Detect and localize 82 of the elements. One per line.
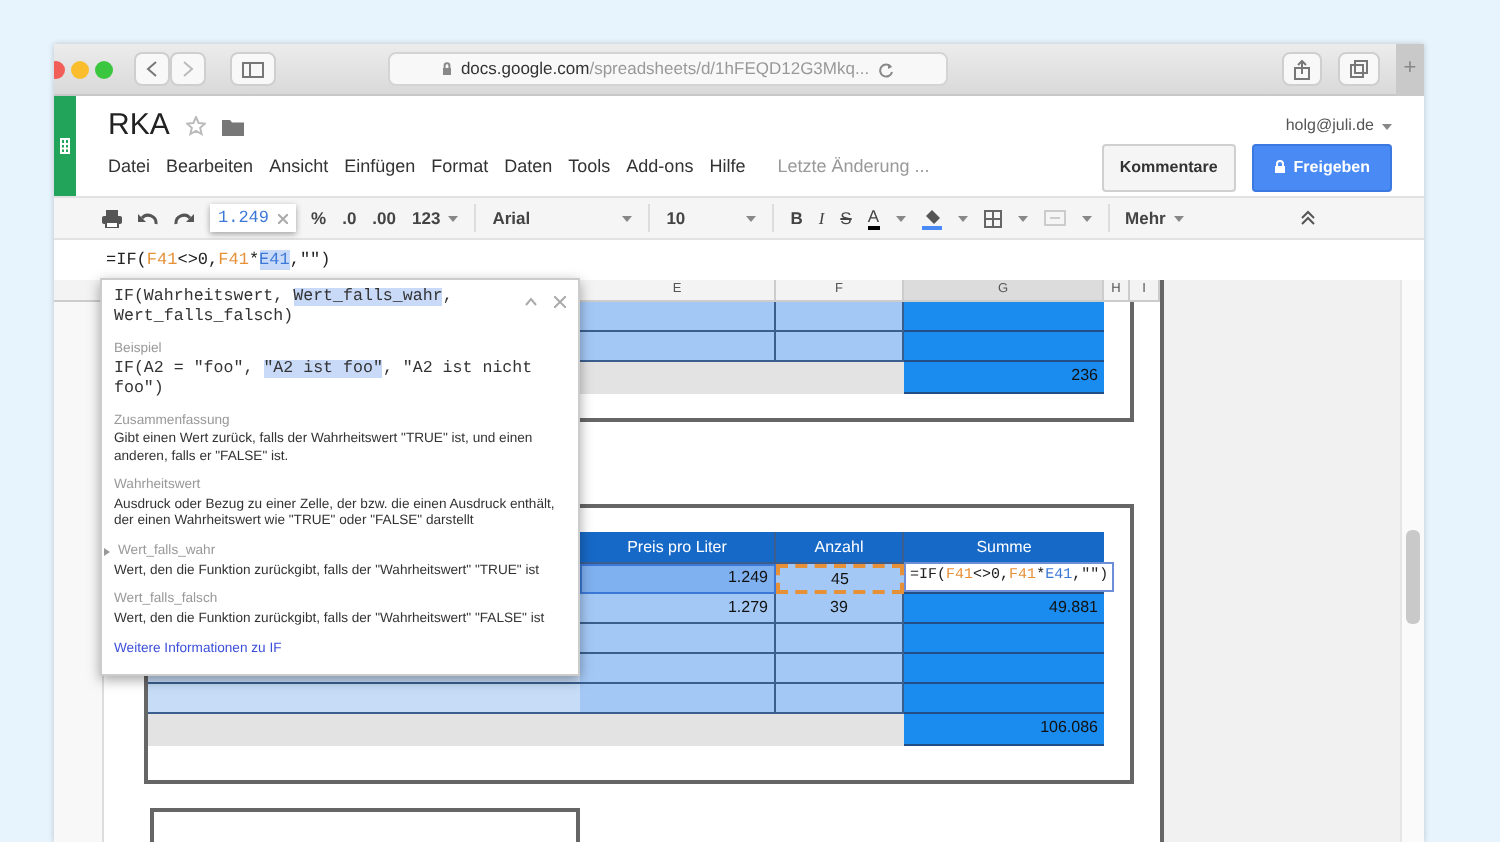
borders-icon[interactable] (983, 209, 1002, 227)
url-text: docs.google.com/spreadsheets/d/1hFEQD12G3Mkq... (460, 56, 870, 82)
format-button[interactable]: .00 (372, 205, 396, 231)
account-email[interactable]: holg@juli.de (1285, 114, 1374, 139)
column-heading: Summe (904, 531, 1104, 564)
format-button[interactable]: 123 (412, 205, 459, 231)
caret-icon (1017, 215, 1028, 221)
total-value: 106.086 (904, 713, 1104, 746)
scrollbar-track[interactable] (1400, 280, 1424, 842)
folder-icon[interactable] (221, 117, 244, 136)
tabs-button[interactable] (1338, 52, 1380, 86)
menu-item[interactable]: Hilfe (709, 153, 746, 181)
table-cell (776, 713, 904, 746)
caret-icon (448, 215, 459, 221)
text-color-button[interactable]: A (867, 207, 880, 229)
address-bar[interactable]: docs.google.com/spreadsheets/d/1hFEQD12G3Mkq... (388, 52, 948, 86)
lock-icon (442, 62, 453, 76)
menu-item[interactable]: Datei (108, 153, 151, 181)
menu-item[interactable]: Add-ons (626, 153, 694, 181)
document-title[interactable]: RKA (108, 104, 170, 149)
window-controls-icon[interactable] (54, 59, 118, 79)
paint-bucket-icon[interactable] (921, 207, 942, 229)
spreadsheet-icon (60, 138, 70, 154)
share-icon (1294, 59, 1310, 79)
formula-text[interactable]: =IF(F41<>0,F41*E41,"") (106, 247, 331, 273)
table-cell (776, 683, 904, 714)
caret-icon (622, 215, 633, 221)
font-dropdown[interactable]: Arial (492, 205, 633, 231)
menu-item[interactable]: Tools (568, 153, 611, 181)
table-cell: 1.249 (580, 563, 776, 594)
sidebar-icon (242, 61, 264, 77)
number-preview-value: 1.249 (218, 205, 270, 231)
menu-item[interactable]: Einfügen (344, 153, 416, 181)
menu-item[interactable]: Format (431, 153, 489, 181)
strikethrough-button[interactable]: S (840, 205, 852, 231)
column-heading: Preis pro Liter (580, 531, 776, 564)
table-cell: 49.881 (904, 593, 1104, 624)
font-size-dropdown[interactable]: 10 (666, 205, 757, 231)
table-cell (776, 361, 904, 394)
menu-item[interactable]: Bearbeiten (166, 153, 254, 181)
caret-icon (895, 215, 906, 221)
sidebar-button[interactable] (230, 52, 276, 86)
menu-item[interactable]: Daten (504, 153, 553, 181)
lock-icon (1273, 160, 1286, 174)
table-cell: 1.279 (580, 593, 776, 624)
table-cell (776, 653, 904, 684)
tabs-icon (1350, 60, 1368, 78)
caret-icon (1081, 215, 1092, 221)
forward-icon (182, 60, 194, 78)
table-cell (776, 331, 904, 362)
share-button[interactable] (1282, 52, 1322, 86)
star-icon[interactable] (185, 116, 206, 137)
caret-icon (1382, 123, 1392, 130)
caret-icon (957, 215, 968, 221)
merge-cells-icon[interactable] (1043, 210, 1066, 226)
collapse-icon[interactable] (1299, 210, 1316, 226)
redo-icon[interactable] (174, 211, 194, 225)
reload-icon[interactable] (877, 61, 894, 77)
format-button[interactable]: % (311, 205, 327, 231)
caret-icon (746, 215, 757, 221)
caret-icon (1173, 215, 1184, 221)
more-dropdown[interactable]: Mehr (1125, 205, 1184, 231)
close-icon[interactable] (277, 213, 288, 223)
comments-button[interactable]: Kommentare (1101, 143, 1236, 191)
table-cell (776, 301, 904, 332)
menu-item[interactable]: Ansicht (269, 153, 329, 181)
function-signature: IF(Wahrheitswert, Wert_falls_wahr, Wert_falls_falsch) (114, 288, 455, 330)
back-button[interactable] (134, 52, 170, 86)
example-formula: IF(A2 = "foo", "A2 ist foo", "A2 ist nicht foo") (114, 359, 535, 402)
total-value: 236 (904, 361, 1104, 394)
table-cell (776, 623, 904, 654)
column-heading: Anzahl (776, 531, 904, 564)
close-icon[interactable] (554, 296, 566, 308)
table-cell: 45 (776, 563, 904, 594)
back-icon (146, 60, 158, 78)
bold-button[interactable]: B (790, 205, 803, 231)
format-button[interactable]: .0 (342, 205, 357, 231)
undo-icon[interactable] (138, 211, 158, 225)
table-cell: 39 (776, 593, 904, 624)
print-icon[interactable] (102, 209, 122, 227)
italic-button[interactable]: I (818, 205, 825, 231)
scrollbar-thumb[interactable] (1406, 530, 1420, 624)
